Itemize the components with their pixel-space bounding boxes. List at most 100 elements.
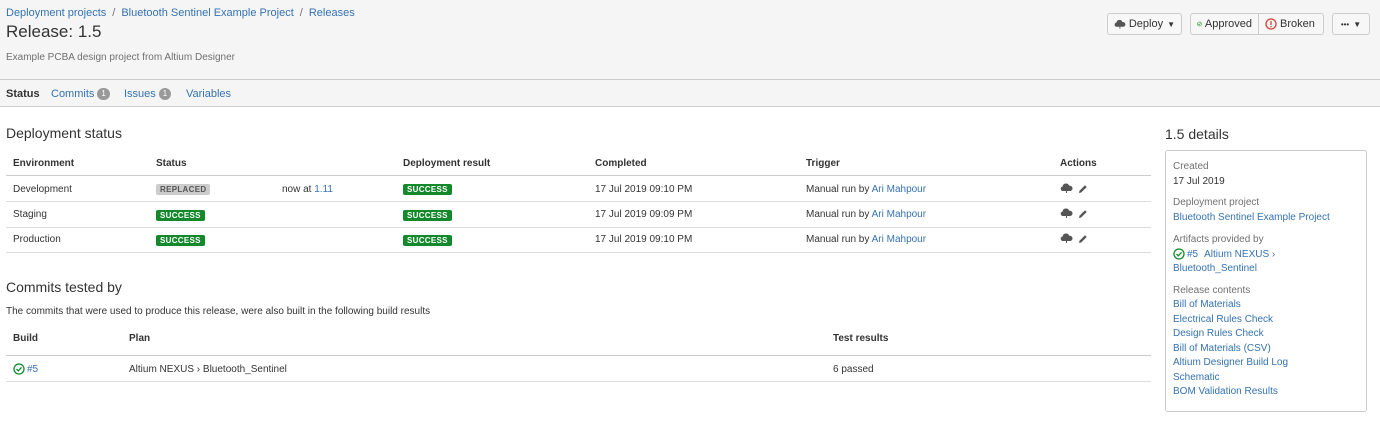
completed-time: 17 Jul 2019 09:09 PM [595, 209, 693, 220]
check-circle-icon [1173, 248, 1185, 260]
approved-label: Approved [1204, 18, 1252, 30]
divider [6, 252, 1151, 253]
row-actions [1060, 183, 1088, 194]
divider [6, 227, 1151, 228]
breadcrumb: Deployment projects / Bluetooth Sentinel E… [6, 7, 355, 19]
tab-variables[interactable]: Variables [186, 88, 231, 100]
deployment-status-heading: Deployment status [6, 125, 122, 141]
row-actions [1060, 208, 1088, 219]
row-actions [1060, 233, 1088, 244]
build-cell: #5 [13, 363, 38, 375]
user-link[interactable]: Ari Mahpour [872, 209, 926, 220]
commits-tested-heading: Commits tested by [6, 279, 122, 295]
count-badge: 1 [158, 88, 172, 100]
breadcrumb-deployment-projects[interactable]: Deployment projects [6, 7, 106, 19]
error-circle-icon [1265, 18, 1277, 30]
broken-button[interactable]: Broken [1259, 13, 1324, 35]
content-link[interactable]: Bill of Materials [1173, 299, 1241, 310]
page-title: Release: 1.5 [6, 22, 102, 41]
completed-time: 17 Jul 2019 09:10 PM [595, 234, 693, 245]
content-link[interactable]: Bill of Materials (CSV) [1173, 343, 1271, 354]
page-header: Deployment projects / Bluetooth Sentinel E… [0, 0, 1380, 80]
created-value: 17 Jul 2019 [1173, 176, 1225, 187]
details-heading: 1.5 details [1165, 126, 1229, 142]
deploy-icon[interactable] [1060, 233, 1073, 244]
page-subtitle: Example PCBA design project from Altium … [6, 52, 235, 63]
user-link[interactable]: Ari Mahpour [872, 234, 926, 245]
result-badge: SUCCESS [403, 184, 452, 195]
more-icon: ••• [1340, 19, 1350, 29]
tab-label: Commits [51, 88, 95, 100]
deploy-icon[interactable] [1060, 183, 1073, 194]
approved-button[interactable]: Approved [1190, 13, 1259, 35]
column-header: Completed [595, 158, 647, 169]
content-link[interactable]: Design Rules Check [1173, 328, 1264, 339]
environment-link[interactable]: Development [13, 184, 72, 195]
deploy-icon[interactable] [1060, 208, 1073, 219]
breadcrumb-project[interactable]: Bluetooth Sentinel Example Project [121, 7, 293, 19]
chevron-down-icon: ▼ [1167, 19, 1175, 29]
content-link[interactable]: Altium Designer Build Log [1173, 357, 1288, 368]
trigger: Manual run by Ari Mahpour [806, 234, 927, 245]
artifact-plan-link[interactable]: Altium NEXUS › [1204, 249, 1275, 260]
deployment-project-label: Deployment project [1173, 197, 1260, 208]
release-details-panel: Created 17 Jul 2019 Deployment project B… [1165, 150, 1367, 412]
artifact-build-link[interactable]: #5 [1187, 249, 1198, 260]
environment-link[interactable]: Staging [13, 209, 47, 220]
column-header: Trigger [806, 158, 840, 169]
column-header: Plan [129, 333, 151, 344]
content-link[interactable]: BOM Validation Results [1173, 386, 1278, 397]
created-label: Created [1173, 161, 1209, 172]
result-badge: SUCCESS [403, 235, 452, 246]
breadcrumb-separator: / [112, 7, 116, 19]
divider [6, 355, 1151, 356]
chevron-down-icon: ▼ [1353, 19, 1362, 29]
status-note: now at 1.11 [282, 184, 333, 195]
build-link[interactable]: #5 [27, 364, 38, 375]
plan-link[interactable]: Altium NEXUS › Bluetooth_Sentinel [129, 364, 287, 375]
breadcrumb-separator: / [299, 7, 303, 19]
status-badge: SUCCESS [156, 235, 205, 246]
test-results: 6 passed [833, 364, 874, 375]
edit-icon[interactable] [1078, 234, 1088, 244]
tab-bar: Status Commits 1 Issues 1 Variables [0, 80, 1380, 107]
divider [6, 201, 1151, 202]
release-contents-label: Release contents [1173, 285, 1251, 296]
tab-issues[interactable]: Issues 1 [124, 88, 172, 100]
column-header: Build [13, 333, 38, 344]
more-actions-button[interactable]: ••• ▼ [1332, 13, 1370, 35]
deploy-button[interactable]: Deploy ▼ [1107, 13, 1182, 35]
check-circle-icon [1197, 21, 1202, 27]
artifacts-label: Artifacts provided by [1173, 234, 1264, 245]
commits-tested-description: The commits that were used to produce th… [6, 306, 431, 317]
trigger: Manual run by Ari Mahpour [806, 209, 927, 220]
tab-label: Issues [124, 88, 156, 100]
broken-label: Broken [1280, 18, 1315, 30]
breadcrumb-releases[interactable]: Releases [309, 7, 355, 19]
check-circle-icon [13, 363, 25, 375]
completed-time: 17 Jul 2019 09:10 PM [595, 184, 693, 195]
divider [6, 381, 1151, 382]
column-header: Actions [1060, 158, 1097, 169]
deployment-project-link[interactable]: Bluetooth Sentinel Example Project [1173, 212, 1330, 223]
tab-status[interactable]: Status [6, 88, 40, 100]
column-header: Test results [833, 333, 889, 344]
version-link[interactable]: 1.11 [314, 184, 333, 195]
column-header: Deployment result [403, 158, 491, 169]
deploy-label: Deploy [1128, 18, 1164, 30]
tab-commits[interactable]: Commits 1 [51, 88, 110, 100]
user-link[interactable]: Ari Mahpour [872, 184, 926, 195]
status-badge: REPLACED [156, 184, 211, 195]
content-link[interactable]: Electrical Rules Check [1173, 314, 1273, 325]
column-header: Status [156, 158, 187, 169]
edit-icon[interactable] [1078, 209, 1088, 219]
trigger: Manual run by Ari Mahpour [806, 184, 927, 195]
content-link[interactable]: Schematic [1173, 372, 1220, 383]
artifacts-build: #5 Altium NEXUS › [1173, 248, 1275, 260]
column-header: Environment [13, 158, 75, 169]
artifact-job-link[interactable]: Bluetooth_Sentinel [1173, 263, 1257, 274]
count-badge: 1 [97, 88, 110, 100]
edit-icon[interactable] [1078, 184, 1088, 194]
tab-label: Status [6, 88, 40, 100]
environment-link[interactable]: Production [13, 234, 61, 245]
